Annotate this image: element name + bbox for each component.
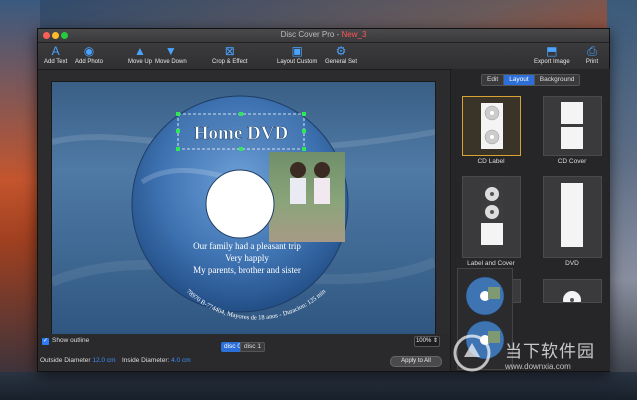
disc-0-label: disc 0 bbox=[224, 343, 241, 350]
cd-label-preview bbox=[481, 103, 503, 149]
crop-effect-button[interactable]: ⊠ Crop & Effect bbox=[212, 44, 248, 65]
apply-to-all-label: Apply to All bbox=[401, 358, 431, 364]
layout-cd-label[interactable] bbox=[462, 96, 521, 156]
export-icon: ⬒ bbox=[546, 44, 558, 58]
inside-diameter: Inside Diameter: 4.0 cm bbox=[122, 357, 191, 364]
move-down-label: Move Down bbox=[155, 59, 187, 65]
arrow-down-icon: ▼ bbox=[164, 44, 177, 58]
tab-layout[interactable]: Layout bbox=[504, 75, 535, 85]
layout-icon: ▣ bbox=[291, 44, 303, 58]
general-set-button[interactable]: ⚙ General Set bbox=[325, 44, 357, 65]
design-canvas[interactable]: Home DVD Our family had a pleasant trip … bbox=[51, 81, 436, 336]
cd-cover-preview bbox=[561, 102, 583, 149]
outside-diameter-label: Outside Diameter bbox=[40, 357, 91, 364]
label-and-cover-preview bbox=[481, 183, 503, 249]
outside-diameter: Outside Diameter 12.0 cm bbox=[40, 357, 116, 364]
window-title-text: Disc Cover Pro - bbox=[280, 30, 342, 39]
tab-edit[interactable]: Edit bbox=[482, 75, 505, 85]
text-icon: A bbox=[51, 44, 60, 58]
move-up-label: Move Up bbox=[128, 59, 153, 65]
disc-preview[interactable]: Home DVD Our family had a pleasant trip … bbox=[52, 82, 435, 335]
add-photo-label: Add Photo bbox=[75, 59, 104, 65]
crop-icon: ⊠ bbox=[224, 44, 235, 58]
layout-label-and-cover[interactable] bbox=[462, 176, 521, 258]
family-photo[interactable] bbox=[269, 152, 345, 242]
zoom-select[interactable]: 100% ⇕ bbox=[414, 336, 440, 347]
disc-line-1[interactable]: Our family had a pleasant trip bbox=[193, 241, 301, 251]
child-body-left bbox=[290, 178, 306, 204]
arrow-up-icon: ▲ bbox=[134, 44, 146, 58]
inside-diameter-value[interactable]: 4.0 cm bbox=[171, 357, 191, 364]
disc-line-2[interactable]: Very happly bbox=[225, 253, 269, 263]
crop-effect-label: Crop & Effect bbox=[212, 59, 248, 65]
layout-dvd-text: DVD bbox=[565, 260, 579, 267]
show-outline-checkbox[interactable]: ✓ bbox=[42, 338, 49, 345]
outside-diameter-value[interactable]: 12.0 cm bbox=[92, 357, 115, 364]
desktop-background-bottom bbox=[0, 372, 637, 400]
disc-1-tab[interactable]: disc 1 bbox=[240, 342, 265, 352]
layout-label-and-cover-text: Label and Cover bbox=[467, 260, 515, 267]
child-head-right bbox=[314, 162, 330, 178]
watermark-url: www.downxia.com bbox=[505, 362, 571, 371]
layout-cd-cover-text: CD Cover bbox=[557, 158, 587, 165]
sidebar-tabs: Edit Layout Background bbox=[481, 74, 581, 86]
app-window: Disc Cover Pro - New_3 A Add Text ◉ Add … bbox=[37, 28, 610, 372]
watermark-text: 当下软件园 bbox=[505, 342, 595, 362]
layout-cd-cover[interactable] bbox=[543, 96, 602, 156]
export-image-button[interactable]: ⬒ Export Image bbox=[534, 44, 570, 65]
general-set-label: General Set bbox=[325, 59, 358, 65]
layout-more-2[interactable] bbox=[543, 279, 602, 309]
window-title-flag: New_3 bbox=[341, 30, 367, 39]
dvd-preview bbox=[561, 183, 583, 247]
toolbar: A Add Text ◉ Add Photo ▲ Move Up ▼ Move … bbox=[38, 43, 609, 70]
print-label: Print bbox=[585, 59, 599, 65]
tab-background[interactable]: Background bbox=[534, 75, 580, 85]
add-text-label: Add Text bbox=[44, 59, 68, 65]
disc-title-text[interactable]: Home DVD bbox=[193, 123, 288, 145]
layout-more-2-preview bbox=[563, 291, 581, 309]
zoom-value: 100% bbox=[415, 338, 432, 344]
show-outline-label: Show outline bbox=[52, 337, 90, 344]
layout-custom-button[interactable]: ▣ Layout Custom bbox=[277, 44, 317, 65]
add-photo-button[interactable]: ◉ Add Photo bbox=[75, 44, 103, 65]
layout-dvd[interactable] bbox=[543, 176, 602, 258]
gear-icon: ⚙ bbox=[335, 44, 347, 58]
layout-custom-label: Layout Custom bbox=[277, 59, 318, 65]
export-image-label: Export Image bbox=[534, 59, 570, 65]
window-title: Disc Cover Pro - New_3 bbox=[38, 30, 609, 39]
move-down-button[interactable]: ▼ Move Down bbox=[155, 44, 187, 65]
print-button[interactable]: ⎙ Print bbox=[585, 44, 599, 65]
disc-photo[interactable] bbox=[269, 152, 345, 242]
disc-center-hole bbox=[205, 169, 275, 239]
desktop-background bbox=[0, 0, 40, 400]
printer-icon: ⎙ bbox=[587, 44, 597, 58]
child-head-left bbox=[290, 162, 306, 178]
inside-diameter-label: Inside Diameter: bbox=[122, 357, 170, 364]
disc-line-3[interactable]: My parents, brother and sister bbox=[193, 265, 301, 275]
child-body-right bbox=[314, 178, 330, 204]
apply-to-all-button[interactable]: Apply to All bbox=[390, 356, 442, 367]
add-text-button[interactable]: A Add Text bbox=[44, 44, 67, 65]
disc-1-label: disc 1 bbox=[244, 343, 261, 350]
photo-icon: ◉ bbox=[83, 44, 95, 58]
title-bar: Disc Cover Pro - New_3 bbox=[38, 29, 609, 43]
move-up-button[interactable]: ▲ Move Up bbox=[128, 44, 152, 65]
layout-cd-label-text: CD Label bbox=[477, 158, 505, 165]
bottom-bar: ✓ Show outline 100% ⇕ disc 0 disc 1 Outs… bbox=[38, 334, 450, 371]
